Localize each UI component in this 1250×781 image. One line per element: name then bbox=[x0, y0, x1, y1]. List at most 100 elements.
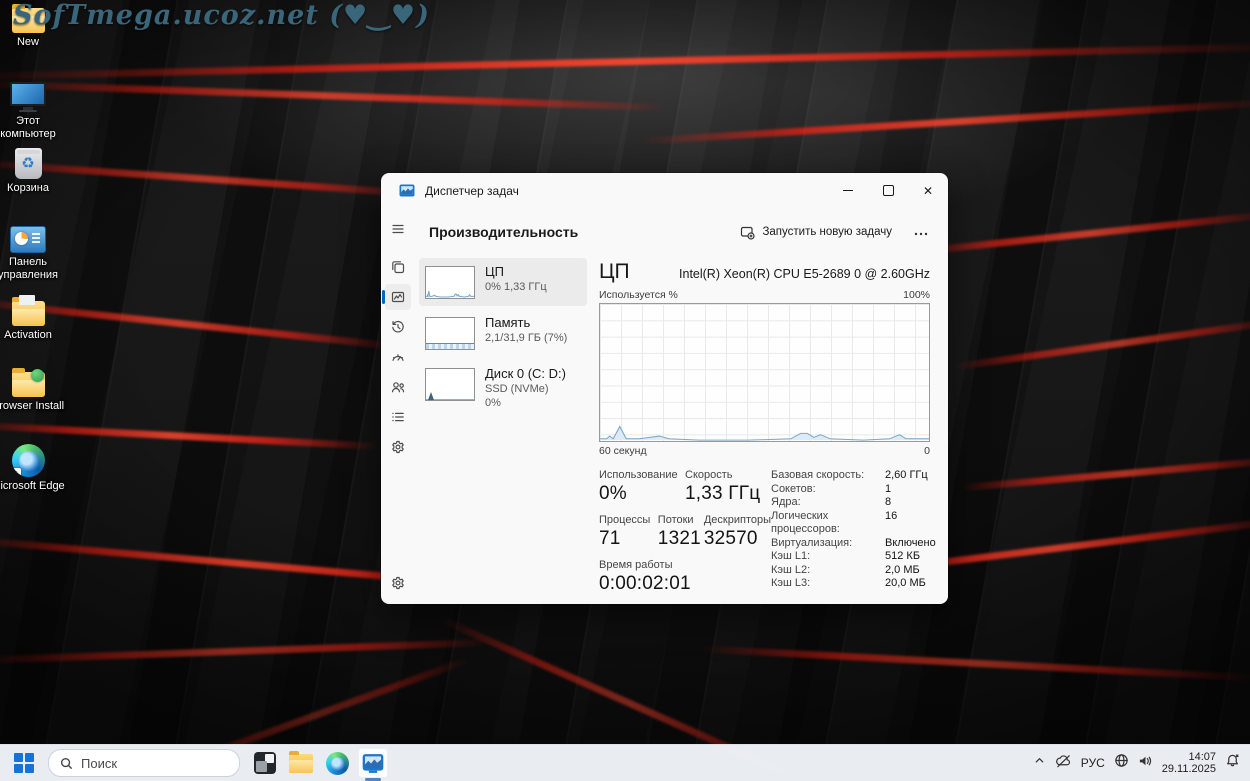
run-new-task-label: Запустить новую задачу bbox=[762, 226, 892, 238]
speaker-icon bbox=[1138, 754, 1153, 768]
computer-icon bbox=[10, 82, 46, 112]
tray-language-indicator[interactable]: РУС bbox=[1081, 756, 1105, 770]
tray-show-hidden-icons[interactable] bbox=[1033, 754, 1046, 772]
processes-icon bbox=[390, 259, 406, 275]
taskbar-app-file-explorer[interactable] bbox=[286, 748, 316, 778]
stat-label: Время работы bbox=[599, 559, 691, 571]
desktop-icon-label: Microsoft Edge bbox=[0, 480, 65, 493]
stat-value: 0% bbox=[599, 483, 685, 505]
cpu-stats-secondary: Базовая скорость:2,60 ГГц Сокетов:1 Ядра… bbox=[771, 469, 936, 604]
folder-icon bbox=[12, 301, 45, 326]
nav-processes[interactable] bbox=[385, 254, 411, 280]
search-icon bbox=[60, 757, 73, 770]
stat-label: Кэш L1: bbox=[771, 550, 885, 564]
nav-users[interactable] bbox=[385, 374, 411, 400]
nav-details[interactable] bbox=[385, 404, 411, 430]
settings-button[interactable] bbox=[385, 570, 411, 596]
perf-item-memory[interactable]: Память 2,1/31,9 ГБ (7%) bbox=[419, 309, 587, 357]
stat-value: 8 bbox=[885, 496, 891, 510]
desktop-icon-activation[interactable]: Activation bbox=[0, 301, 65, 342]
tray-notifications[interactable] bbox=[1225, 753, 1240, 773]
cpu-thumb-spark bbox=[426, 267, 474, 298]
nav-services[interactable] bbox=[385, 434, 411, 460]
tray-clock[interactable]: 14:07 29.11.2025 bbox=[1162, 751, 1216, 776]
desktop-icon-recycle-bin[interactable]: ♻ Корзина bbox=[0, 148, 65, 195]
desktop-icon-this-pc[interactable]: Этот компьютер bbox=[0, 82, 65, 141]
edge-icon: ↗ bbox=[12, 444, 45, 477]
desktop-icon-label: New bbox=[17, 36, 39, 49]
taskbar-app-edge[interactable] bbox=[322, 748, 352, 778]
cpu-title: ЦП bbox=[599, 260, 630, 284]
stat-label: Ядра: bbox=[771, 496, 885, 510]
task-manager-window: Диспетчер задач ✕ bbox=[381, 173, 948, 604]
services-cog-icon bbox=[390, 439, 406, 455]
recycle-bin-icon: ♻ bbox=[15, 148, 42, 179]
stat-value: 20,0 МБ bbox=[885, 577, 926, 591]
desktop-icon-label: Browser Install bbox=[0, 400, 64, 413]
graph-label-zero: 0 bbox=[924, 445, 930, 457]
stat-label: Потоки bbox=[658, 514, 704, 526]
notification-bell-icon bbox=[1225, 753, 1240, 768]
maximize-button[interactable] bbox=[868, 173, 908, 208]
stat-label: Скорость bbox=[685, 469, 760, 481]
perf-item-name: Диск 0 (C: D:) bbox=[485, 366, 566, 381]
stat-value: 16 bbox=[885, 510, 897, 537]
cpu-usage-line bbox=[600, 304, 929, 441]
desktop-icon-microsoft-edge[interactable]: ↗ Microsoft Edge bbox=[0, 444, 65, 493]
disk-thumbnail-graph bbox=[425, 368, 475, 401]
stat-label: Базовая скорость: bbox=[771, 469, 885, 483]
chevron-up-icon bbox=[1033, 754, 1046, 767]
tray-time: 14:07 bbox=[1162, 751, 1216, 764]
tray-network[interactable] bbox=[1114, 753, 1129, 773]
nav-performance[interactable] bbox=[385, 284, 411, 310]
ellipsis-icon bbox=[914, 232, 928, 236]
close-button[interactable]: ✕ bbox=[908, 173, 948, 208]
stat-label: Дескрипторы bbox=[704, 514, 771, 526]
start-button[interactable] bbox=[10, 749, 38, 777]
nav-app-history[interactable] bbox=[385, 314, 411, 340]
taskbar-app-dark-window[interactable] bbox=[250, 748, 280, 778]
users-icon bbox=[390, 379, 406, 395]
minimize-button[interactable] bbox=[828, 173, 868, 208]
nav-startup-apps[interactable] bbox=[385, 344, 411, 370]
watermark-text: SofTmega.ucoz.net (♥‿♥) bbox=[13, 0, 430, 31]
perf-item-disk[interactable]: Диск 0 (C: D:) SSD (NVMe) 0% bbox=[419, 360, 587, 416]
minimize-icon bbox=[843, 190, 853, 191]
titlebar[interactable]: Диспетчер задач ✕ bbox=[381, 173, 948, 208]
desktop: New Этот компьютер ♻ Корзина Панель упра… bbox=[0, 0, 1250, 781]
stat-value: 2,0 МБ bbox=[885, 564, 920, 578]
graph-label-max: 100% bbox=[903, 289, 930, 301]
tray-onedrive[interactable] bbox=[1055, 754, 1072, 773]
stat-label: Использование bbox=[599, 469, 685, 481]
edge-icon bbox=[326, 752, 349, 775]
menu-hamburger-button[interactable] bbox=[385, 216, 411, 242]
stat-value: 2,60 ГГц bbox=[885, 469, 928, 483]
page-title: Производительность bbox=[429, 224, 578, 240]
taskbar-app-task-manager[interactable] bbox=[358, 748, 388, 778]
gauge-icon bbox=[390, 349, 406, 365]
tray-volume[interactable] bbox=[1138, 754, 1153, 773]
stat-label: Виртуализация: bbox=[771, 537, 885, 551]
dark-window-icon bbox=[254, 752, 276, 774]
gear-icon bbox=[390, 575, 406, 591]
task-manager-icon bbox=[399, 183, 415, 199]
performance-icon bbox=[390, 289, 406, 305]
stat-label: Логических процессоров: bbox=[771, 510, 885, 537]
maximize-icon bbox=[883, 185, 894, 196]
desktop-icon-browser-install[interactable]: Browser Install bbox=[0, 372, 65, 413]
stat-value: 512 КБ bbox=[885, 550, 920, 564]
perf-item-cpu[interactable]: ЦП 0% 1,33 ГГц bbox=[419, 258, 587, 306]
run-new-task-button[interactable]: Запустить новую задачу bbox=[732, 220, 900, 245]
globe-network-icon bbox=[1114, 753, 1129, 768]
perf-item-sub: 2,1/31,9 ГБ (7%) bbox=[485, 332, 567, 344]
stat-value: 1,33 ГГц bbox=[685, 483, 760, 505]
more-options-button[interactable] bbox=[908, 219, 934, 245]
taskbar-search[interactable]: Поиск bbox=[48, 749, 240, 777]
cpu-usage-graph[interactable] bbox=[599, 303, 930, 442]
desktop-icon-label: Activation bbox=[4, 329, 52, 342]
windows-logo-icon bbox=[14, 753, 34, 773]
control-panel-icon bbox=[10, 226, 46, 253]
hamburger-icon bbox=[390, 221, 406, 237]
desktop-icon-control-panel[interactable]: Панель управления bbox=[0, 226, 65, 282]
stat-label: Кэш L2: bbox=[771, 564, 885, 578]
